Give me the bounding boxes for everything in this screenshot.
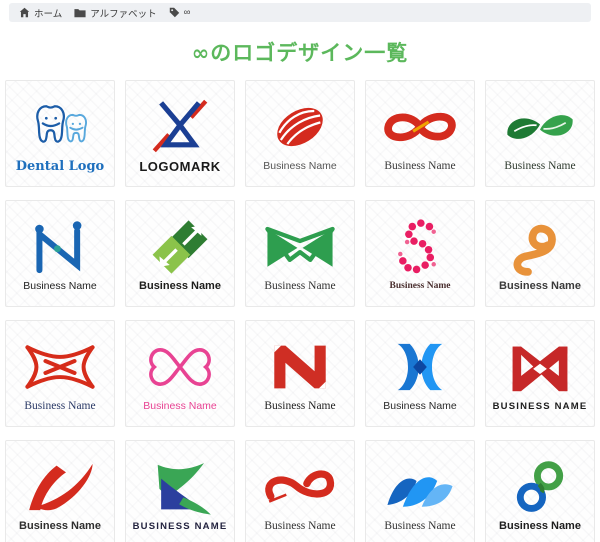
logo-card[interactable]: Business Name (245, 200, 355, 307)
logo-card[interactable]: Business Name (5, 200, 115, 307)
business-name-label: Business Name (23, 280, 97, 293)
red-m-arrows-logo-icon (496, 336, 584, 400)
red-infinity-swoosh-logo-icon (256, 455, 344, 519)
business-name-label: LOGOMARK (139, 159, 221, 174)
blue-wave-n-logo-icon (376, 455, 464, 519)
logo-card[interactable]: Business Name (245, 320, 355, 427)
business-name-label: Business Name (383, 400, 457, 413)
blue-3d-x-logo-icon (376, 335, 464, 399)
logo-card[interactable]: Business Name (245, 80, 355, 187)
logo-card[interactable]: Business Name (125, 200, 235, 307)
business-name-label: Business Name (384, 519, 456, 532)
logo-card[interactable]: BUSINESS NAME (485, 320, 595, 427)
business-name-label: Business Name (384, 159, 456, 172)
logo-gallery-grid: Dental Logo LOGOMARK Business Name Busin… (0, 80, 600, 542)
business-name-label: Business Name (504, 159, 576, 172)
business-name-label: BUSINESS NAME (492, 400, 588, 412)
logo-card[interactable]: Business Name (365, 200, 475, 307)
breadcrumb-item-category[interactable]: アルファベット (74, 6, 157, 20)
business-name-label: Business Name (389, 280, 451, 291)
business-name-label: Business Name (263, 160, 337, 173)
green-leaf-infinity-logo-icon (496, 95, 584, 159)
logo-card[interactable]: Business Name (5, 320, 115, 427)
red-angular-n-logo-icon (256, 335, 344, 399)
tag-icon (169, 7, 180, 18)
logo-card[interactable]: BUSINESS NAME (125, 440, 235, 542)
breadcrumb-item-tag[interactable]: ∞ (169, 7, 191, 18)
red-butterfly-knot-logo-icon (16, 335, 104, 399)
business-name-label: Business Name (264, 519, 336, 532)
red-swoosh-n-logo-icon (16, 455, 104, 519)
business-name-label: Business Name (499, 280, 581, 292)
logo-card[interactable]: LOGOMARK (125, 80, 235, 187)
red-infinity-ribbon-logo-icon (376, 95, 464, 159)
logo-card[interactable]: Business Name (485, 200, 595, 307)
green-bowtie-m-logo-icon (256, 215, 344, 279)
blue-n-nodes-logo-icon (16, 215, 104, 279)
breadcrumb-label: ホーム (34, 8, 63, 20)
logo-card[interactable]: Business Name (365, 80, 475, 187)
hourglass-x-logo-icon (136, 94, 224, 158)
business-name-label: Business Name (139, 280, 221, 292)
dental-teeth-logo-icon (16, 94, 104, 158)
breadcrumb-item-home[interactable]: ホーム (19, 6, 62, 20)
logo-card[interactable]: Business Name (485, 440, 595, 542)
home-icon (19, 7, 30, 18)
pink-hearts-infinity-logo-icon (136, 335, 224, 399)
breadcrumb: ホーム アルファベット ∞ (9, 3, 591, 22)
green-blue-xz-logo-icon (136, 456, 224, 520)
business-name-label: Business Name (19, 520, 101, 532)
business-name-label: Business Name (143, 400, 217, 413)
logo-card[interactable]: Business Name (485, 80, 595, 187)
business-name-label: BUSINESS NAME (132, 520, 228, 532)
logo-card[interactable]: Business Name (125, 320, 235, 427)
folder-icon (74, 8, 86, 18)
business-name-label: Business Name (499, 520, 581, 532)
breadcrumb-label: ∞ (183, 7, 191, 18)
red-swirl-oval-logo-icon (256, 95, 344, 159)
green-arrow-squares-logo-icon (136, 215, 224, 279)
logo-card[interactable]: Business Name (365, 320, 475, 427)
logo-card[interactable]: Business Name (5, 440, 115, 542)
business-name-label: Business Name (264, 279, 336, 292)
page-title: ∞のロゴデザイン一覧 (191, 41, 409, 65)
orange-p-spiral-logo-icon (496, 215, 584, 279)
logo-card[interactable]: Business Name (365, 440, 475, 542)
blue-green-ribbon-s-logo-icon (496, 455, 584, 519)
breadcrumb-label: アルファベット (90, 8, 157, 20)
business-name-label: Dental Logo (15, 159, 105, 174)
logo-card[interactable]: Dental Logo (5, 80, 115, 187)
logo-card[interactable]: Business Name (245, 440, 355, 542)
pink-floral-s-logo-icon (376, 216, 464, 280)
business-name-label: Business Name (264, 399, 336, 412)
business-name-label: Business Name (24, 399, 96, 412)
